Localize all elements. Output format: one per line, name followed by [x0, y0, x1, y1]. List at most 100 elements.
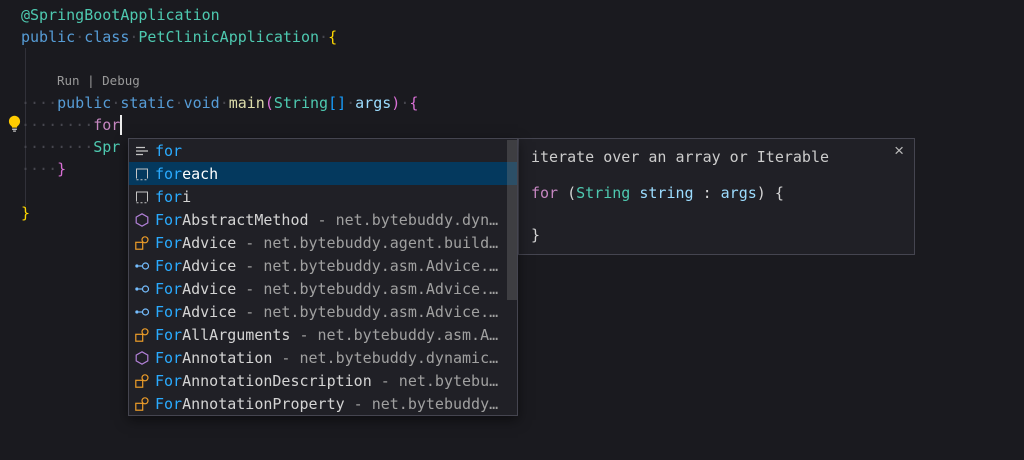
- field-icon: [134, 304, 150, 320]
- token-whitespace: ·: [319, 28, 328, 46]
- code-line: [21, 48, 418, 70]
- suggest-match-text: For: [155, 257, 182, 275]
- suggest-label: for: [155, 142, 182, 160]
- token-keyword: class: [84, 28, 129, 46]
- token-keyword: public: [21, 28, 75, 46]
- suggest-scrollbar[interactable]: [507, 140, 517, 300]
- token-whitespace: ·: [111, 94, 120, 112]
- class-icon: [134, 373, 150, 389]
- suggest-rest-text: each: [182, 165, 218, 183]
- token-function: main: [229, 94, 265, 112]
- suggest-rest-text: Advice: [182, 234, 236, 252]
- suggest-item[interactable]: for: [129, 139, 517, 162]
- suggest-detail: - net.bytebu…: [381, 372, 507, 390]
- token-keyword: void: [184, 94, 220, 112]
- token-whitespace: ····: [21, 94, 57, 112]
- token-variable: args: [355, 94, 391, 112]
- token-variable: string: [639, 184, 693, 202]
- token-type: String: [576, 184, 630, 202]
- token-plain: :: [694, 184, 721, 202]
- code-line: ····public·static·void·main(String[]·arg…: [21, 92, 418, 114]
- suggest-match-text: For: [155, 211, 182, 229]
- token-bracket_gold: {: [328, 28, 337, 46]
- suggest-rest-text: AllArguments: [182, 326, 290, 344]
- suggest-detail: - net.bytebuddy.dynamic…: [281, 349, 507, 367]
- token-bracket_gold: }: [21, 204, 30, 222]
- suggest-item[interactable]: ForAnnotation - net.bytebuddy.dynamic…: [129, 346, 517, 369]
- token-bracket_blue: []: [328, 94, 346, 112]
- suggest-item[interactable]: ForAdvice - net.bytebuddy.asm.Advice.…: [129, 300, 517, 323]
- token-keyword: public: [57, 94, 111, 112]
- suggest-item[interactable]: ForAdvice - net.bytebuddy.agent.build…: [129, 231, 517, 254]
- token-type: String: [274, 94, 328, 112]
- suggest-item[interactable]: ForAdvice- net.bytebuddy.asm.Advice.…: [129, 254, 517, 277]
- code-line: @SpringBootApplication: [21, 4, 418, 26]
- token-whitespace: ········: [21, 138, 93, 156]
- codelens-run-link[interactable]: Run: [57, 73, 80, 88]
- suggest-item[interactable]: ForAdvice - net.bytebuddy.asm.Advice.…: [129, 277, 517, 300]
- suggest-rest-text: Advice: [182, 303, 236, 321]
- token-whitespace: ·: [220, 94, 229, 112]
- class-icon: [134, 396, 150, 412]
- suggest-detail: - net.bytebuddy.asm.Advice.…: [245, 303, 507, 321]
- suggest-label: ForAnnotationDescription: [155, 372, 372, 390]
- token-bracket_pink: {: [409, 94, 418, 112]
- token-whitespace: ·: [346, 94, 355, 112]
- suggest-label: ForAdvice: [155, 280, 236, 298]
- suggest-rest-text: i: [182, 188, 191, 206]
- token-plain: ) {: [757, 184, 784, 202]
- token-whitespace: ····: [21, 160, 57, 178]
- text-cursor: [120, 115, 122, 135]
- suggest-rest-text: Advice: [182, 257, 236, 275]
- suggest-rest-text: Annotation: [182, 349, 272, 367]
- close-icon[interactable]: ×: [894, 142, 904, 159]
- suggest-label: ForAdvice: [155, 234, 236, 252]
- docs-code: for (String string : args) {}: [531, 183, 784, 246]
- suggest-match-text: for: [155, 188, 182, 206]
- suggest-item[interactable]: ForAnnotationDescription - net.bytebu…: [129, 369, 517, 392]
- suggest-label: fori: [155, 188, 191, 206]
- codelens: Run | Debug: [21, 70, 418, 92]
- token-whitespace: ········: [21, 116, 93, 134]
- method-icon: [134, 212, 150, 228]
- suggest-item[interactable]: fori: [129, 185, 517, 208]
- suggest-item[interactable]: ForAbstractMethod- net.bytebuddy.dyn…: [129, 208, 517, 231]
- editor[interactable]: @SpringBootApplicationpublic·class·PetCl…: [0, 0, 1024, 460]
- token-bracket_pink: ): [391, 94, 400, 112]
- suggest-label: ForAnnotationProperty: [155, 395, 345, 413]
- token-control: for: [93, 116, 120, 134]
- suggest-label: ForAnnotation: [155, 349, 272, 367]
- code-line: public·class·PetClinicApplication·{: [21, 26, 418, 48]
- suggest-match-text: For: [155, 234, 182, 252]
- suggest-list: forforeachforiForAbstractMethod- net.byt…: [129, 139, 517, 415]
- codelens-debug-link[interactable]: Debug: [102, 73, 140, 88]
- token-plain: }: [531, 226, 540, 244]
- suggest-match-text: for: [155, 142, 182, 160]
- suggest-item[interactable]: ForAllArguments - net.bytebuddy.asm.A…: [129, 323, 517, 346]
- suggest-match-text: For: [155, 303, 182, 321]
- suggest-label: ForAllArguments: [155, 326, 290, 344]
- lightbulb-icon[interactable]: [5, 114, 24, 133]
- suggest-item-selected[interactable]: foreach: [129, 162, 517, 185]
- snippet-icon: [134, 166, 150, 182]
- token-whitespace: ·: [175, 94, 184, 112]
- suggest-detail: - net.bytebuddy.agent.build…: [245, 234, 507, 252]
- token-annotation: @SpringBootApplication: [21, 6, 220, 24]
- suggest-label: ForAbstractMethod: [155, 211, 309, 229]
- suggest-rest-text: AnnotationProperty: [182, 395, 345, 413]
- suggest-detail: - net.bytebuddy.asm.A…: [299, 326, 507, 344]
- code-line: for (String string : args) {: [531, 183, 784, 204]
- codelens-separator: |: [80, 73, 103, 88]
- docs-summary: iterate over an array or Iterable: [531, 148, 829, 166]
- token-bracket_pink: }: [57, 160, 66, 178]
- class-icon: [134, 327, 150, 343]
- suggest-match-text: For: [155, 395, 182, 413]
- suggest-match-text: for: [155, 165, 182, 183]
- suggest-match-text: For: [155, 372, 182, 390]
- suggest-label: ForAdvice: [155, 303, 236, 321]
- token-type: PetClinicApplication: [138, 28, 319, 46]
- suggest-item[interactable]: ForAnnotationProperty- net.bytebuddy…: [129, 392, 517, 415]
- suggest-detail: - net.bytebuddy.asm.Advice.…: [245, 280, 507, 298]
- suggest-label: ForAdvice: [155, 257, 236, 275]
- suggest-rest-text: AnnotationDescription: [182, 372, 372, 390]
